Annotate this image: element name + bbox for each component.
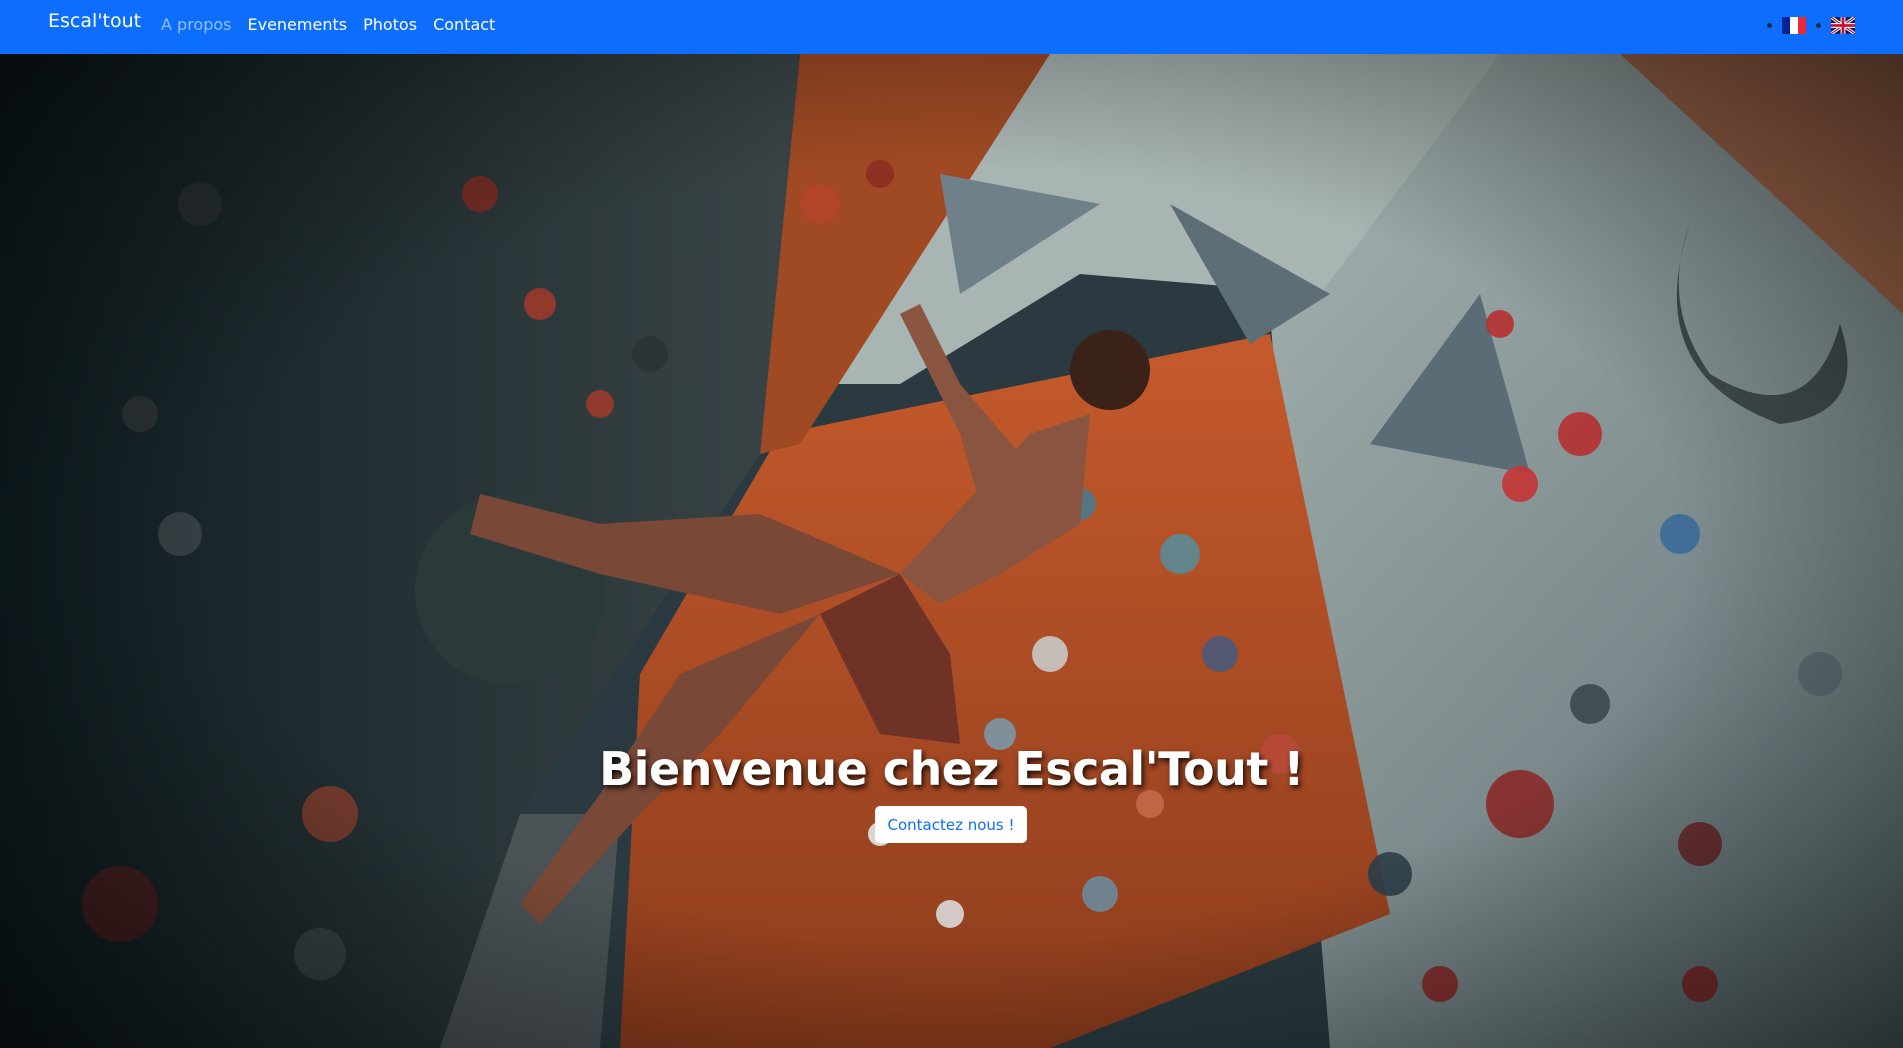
- nav-link-a-propos[interactable]: A propos: [161, 15, 231, 34]
- contact-us-button[interactable]: Contactez nous !: [875, 806, 1027, 843]
- nav-links: A propos Evenements Photos Contact: [161, 15, 511, 34]
- nav-link-photos[interactable]: Photos: [363, 15, 417, 34]
- climbing-wall-background-image: [0, 54, 1903, 1048]
- list-bullet: [1767, 23, 1772, 28]
- nav-link-contact[interactable]: Contact: [433, 15, 495, 34]
- top-navbar: Escal'tout A propos Evenements Photos Co…: [0, 0, 1903, 54]
- hero-title: Bienvenue chez Escal'Tout !: [599, 742, 1304, 796]
- language-switcher: [1767, 15, 1856, 36]
- list-bullet: [1816, 23, 1821, 28]
- uk-flag-icon[interactable]: [1830, 15, 1856, 36]
- brand-logo-link[interactable]: Escal'tout: [48, 10, 141, 32]
- french-flag-icon[interactable]: [1782, 17, 1806, 34]
- nav-link-evenements[interactable]: Evenements: [247, 15, 347, 34]
- hero-section: Bienvenue chez Escal'Tout ! Contactez no…: [0, 54, 1903, 1048]
